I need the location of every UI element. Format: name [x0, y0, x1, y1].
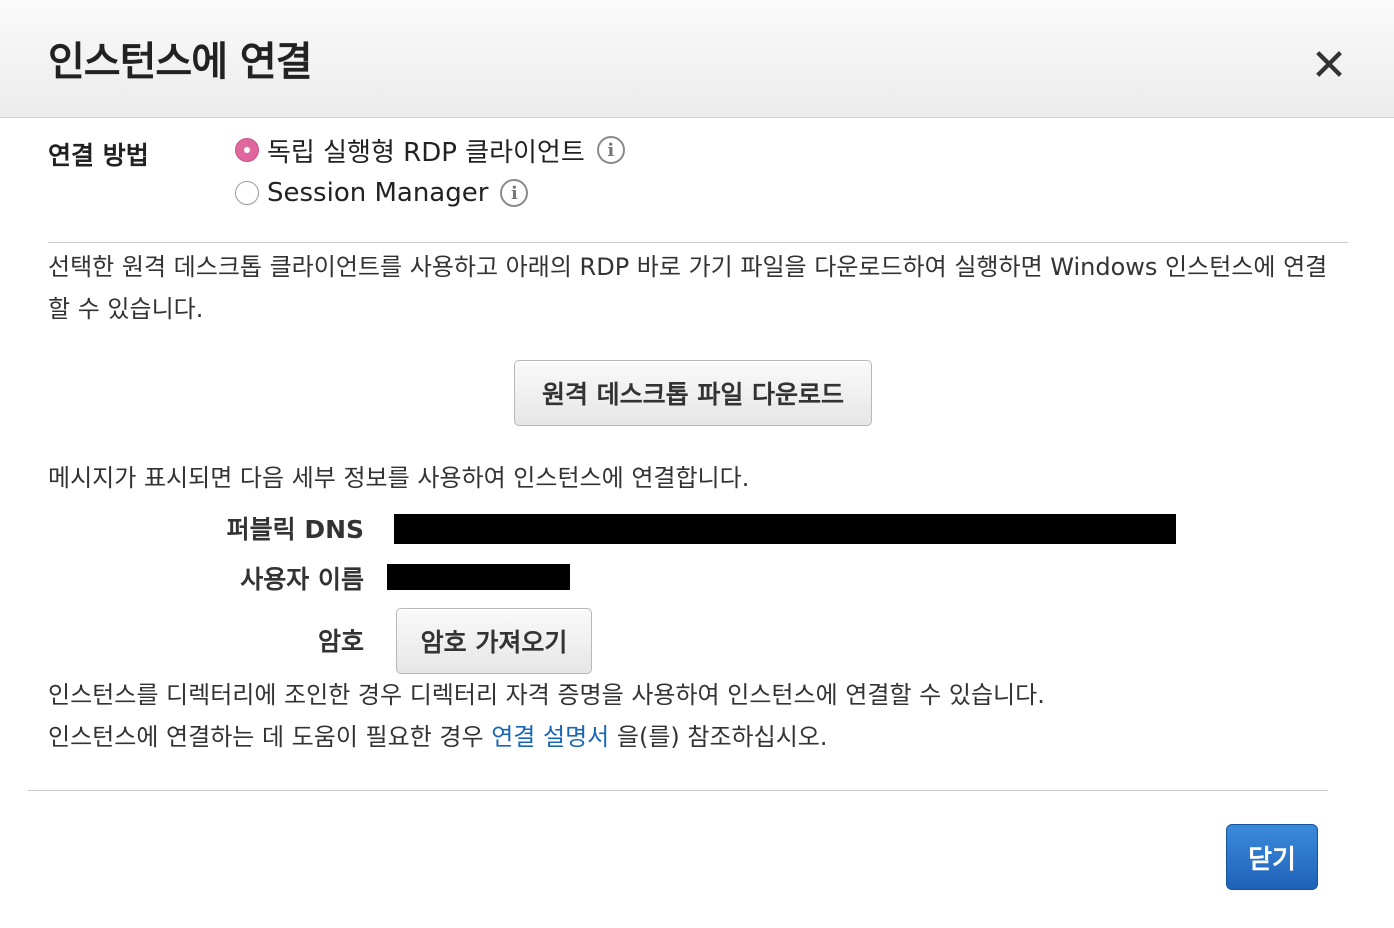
info-icon[interactable]: i — [500, 179, 529, 207]
dialog-header: 인스턴스에 연결 ✕ — [0, 0, 1394, 118]
directory-join-note: 인스턴스를 디렉터리에 조인한 경우 디렉터리 자격 증명을 사용하여 인스턴스… — [48, 681, 1045, 709]
close-button[interactable]: 닫기 — [1226, 824, 1318, 890]
password-label: 암호 — [317, 627, 364, 656]
connection-method-label: 연결 방법 — [48, 141, 149, 170]
public-dns-value-redacted — [394, 514, 1176, 544]
info-icon[interactable]: i — [596, 136, 625, 164]
radio-session-manager[interactable] — [235, 181, 259, 205]
help-line: 인스턴스에 연결하는 데 도움이 필요한 경우 연결 설명서 을(를) 참조하십… — [48, 716, 1045, 758]
radio-rdp-client[interactable] — [235, 138, 259, 162]
close-icon[interactable]: ✕ — [1303, 40, 1355, 92]
connection-details-prompt: 메시지가 표시되면 다음 세부 정보를 사용하여 인스턴스에 연결합니다. — [48, 464, 750, 492]
connection-guide-link[interactable]: 연결 설명서 — [491, 723, 609, 751]
radio-option-rdp[interactable]: 독립 실행형 RDP 클라이언트 i — [235, 132, 625, 168]
radio-option-session-manager[interactable]: Session Manager i — [235, 175, 529, 211]
help-text: 인스턴스를 디렉터리에 조인한 경우 디렉터리 자격 증명을 사용하여 인스턴스… — [48, 674, 1045, 758]
footer-divider — [28, 790, 1328, 791]
username-label: 사용자 이름 — [240, 565, 364, 594]
section-divider — [48, 242, 1348, 243]
radio-rdp-label[interactable]: 독립 실행형 RDP 클라이언트 — [267, 132, 585, 169]
dialog-title: 인스턴스에 연결 — [48, 39, 313, 85]
radio-session-manager-label[interactable]: Session Manager — [267, 178, 488, 208]
username-value-redacted — [387, 564, 570, 590]
help-prefix: 인스턴스에 연결하는 데 도움이 필요한 경우 — [48, 723, 492, 751]
get-password-button[interactable]: 암호 가져오기 — [396, 608, 592, 674]
public-dns-label: 퍼블릭 DNS — [226, 515, 364, 544]
help-suffix: 을(를) 참조하십시오. — [609, 723, 828, 751]
rdp-description: 선택한 원격 데스크톱 클라이언트를 사용하고 아래의 RDP 바로 가기 파일… — [48, 253, 1328, 323]
download-rdp-file-button[interactable]: 원격 데스크톱 파일 다운로드 — [514, 360, 872, 426]
